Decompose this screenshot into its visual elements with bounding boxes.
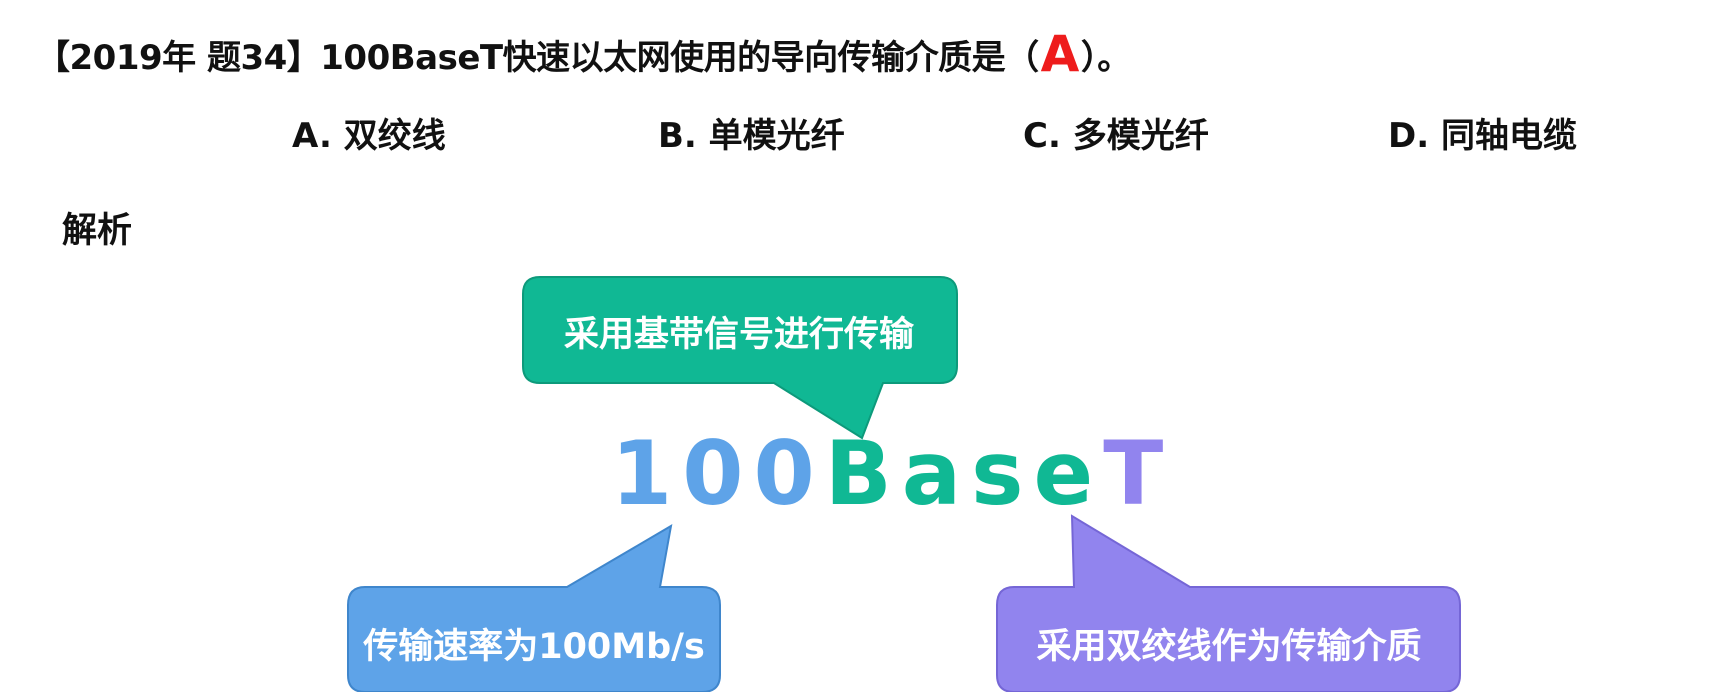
bubble-left-text: 传输速率为100Mb/s bbox=[363, 627, 705, 667]
main-term-100baset: 100BaseT bbox=[611, 430, 1173, 518]
term-speed: 100 bbox=[611, 422, 825, 525]
bubble-top-text: 采用基带信号进行传输 bbox=[563, 315, 914, 355]
bubble-right-text: 采用双绞线作为传输介质 bbox=[1036, 627, 1422, 667]
term-twisted-pair: T bbox=[1103, 422, 1174, 525]
bubble-top bbox=[522, 276, 958, 440]
term-baseband: Base bbox=[824, 422, 1104, 525]
